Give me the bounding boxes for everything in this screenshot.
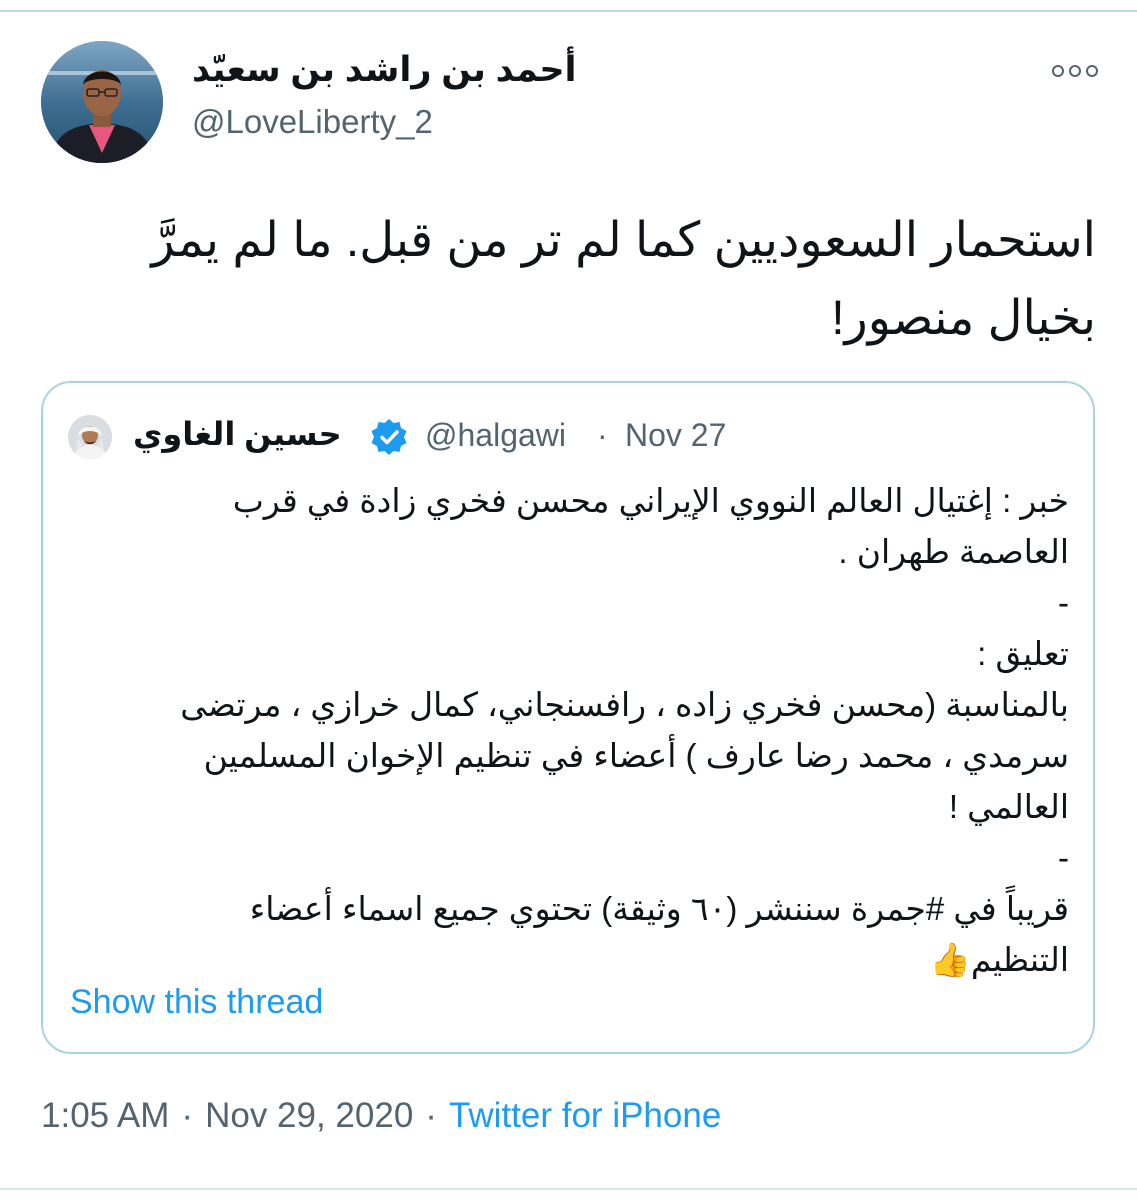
quoted-body-line: - bbox=[1058, 839, 1069, 876]
tweet-text: استحمار السعوديين كما لم تر من قبل. ما ل… bbox=[60, 202, 1096, 358]
top-divider bbox=[0, 10, 1137, 12]
quoted-body-line: تعليق : bbox=[977, 635, 1069, 672]
tweet-date[interactable]: Nov 29, 2020 bbox=[205, 1096, 413, 1135]
tweet-source-link[interactable]: Twitter for iPhone bbox=[449, 1096, 721, 1135]
quoted-body-line: سرمدي ، محمد رضا عارف ) أعضاء في تنظيم ا… bbox=[203, 737, 1069, 774]
quoted-tweet-card[interactable]: حسين الغاوي @halgawi · Nov 27 خبر : إغتي… bbox=[41, 381, 1095, 1054]
thumbs-up-icon: 👍 bbox=[929, 941, 971, 978]
quoted-body-line: العالمي ! bbox=[948, 788, 1069, 825]
tweet-text-line: استحمار السعوديين كما لم تر من قبل. ما ل… bbox=[151, 214, 1096, 267]
more-options-icon-dot bbox=[1069, 65, 1081, 77]
header-separator: · bbox=[597, 417, 608, 453]
more-options-icon-dot bbox=[1086, 65, 1098, 77]
more-options-button[interactable] bbox=[1050, 56, 1100, 86]
meta-separator: · bbox=[181, 1096, 194, 1135]
author-avatar[interactable] bbox=[41, 41, 163, 163]
quoted-tweet-header: حسين الغاوي @halgawi · Nov 27 bbox=[43, 407, 1093, 463]
tweet-time[interactable]: 1:05 AM bbox=[41, 1096, 169, 1135]
verified-badge-icon bbox=[369, 417, 409, 457]
author-display-name[interactable]: أحمد بن راشد بن سعيّد bbox=[192, 50, 577, 90]
quoted-author-avatar bbox=[68, 415, 112, 459]
tweet-text-line: بخيال منصور! bbox=[831, 292, 1096, 345]
quoted-body-line-last: التنظيم👍 bbox=[73, 934, 1069, 985]
quoted-body-line: - bbox=[1058, 584, 1069, 621]
tweet-detail-view: أحمد بن راشد بن سعيّد @LoveLiberty_2 است… bbox=[0, 0, 1137, 1200]
quoted-tweet-body: خبر : إغتيال العالم النووي الإيراني محسن… bbox=[73, 475, 1069, 985]
quoted-body-line: التنظيم bbox=[970, 941, 1069, 978]
quoted-body-line: العاصمة طهران . bbox=[838, 533, 1069, 570]
bottom-divider bbox=[0, 1188, 1137, 1190]
show-thread-link[interactable]: Show this thread bbox=[70, 983, 323, 1022]
quoted-author-display-name: حسين الغاوي bbox=[133, 416, 342, 452]
quoted-body-line: خبر : إغتيال العالم النووي الإيراني محسن… bbox=[232, 482, 1069, 519]
author-username[interactable]: @LoveLiberty_2 bbox=[192, 103, 433, 141]
quoted-author-username: @halgawi bbox=[425, 417, 566, 453]
tweet-meta: 1:05 AM · Nov 29, 2020 · Twitter for iPhone bbox=[41, 1096, 721, 1136]
quoted-tweet-date: Nov 27 bbox=[625, 417, 727, 453]
quoted-body-line: قريباً في #جمرة سننشر (٦٠ وثيقة) تحتوي ج… bbox=[249, 890, 1069, 927]
meta-separator: · bbox=[425, 1096, 437, 1135]
more-options-icon bbox=[1052, 65, 1064, 77]
quoted-body-line: بالمناسبة (محسن فخري زاده ، رافسنجاني، ك… bbox=[180, 686, 1069, 723]
